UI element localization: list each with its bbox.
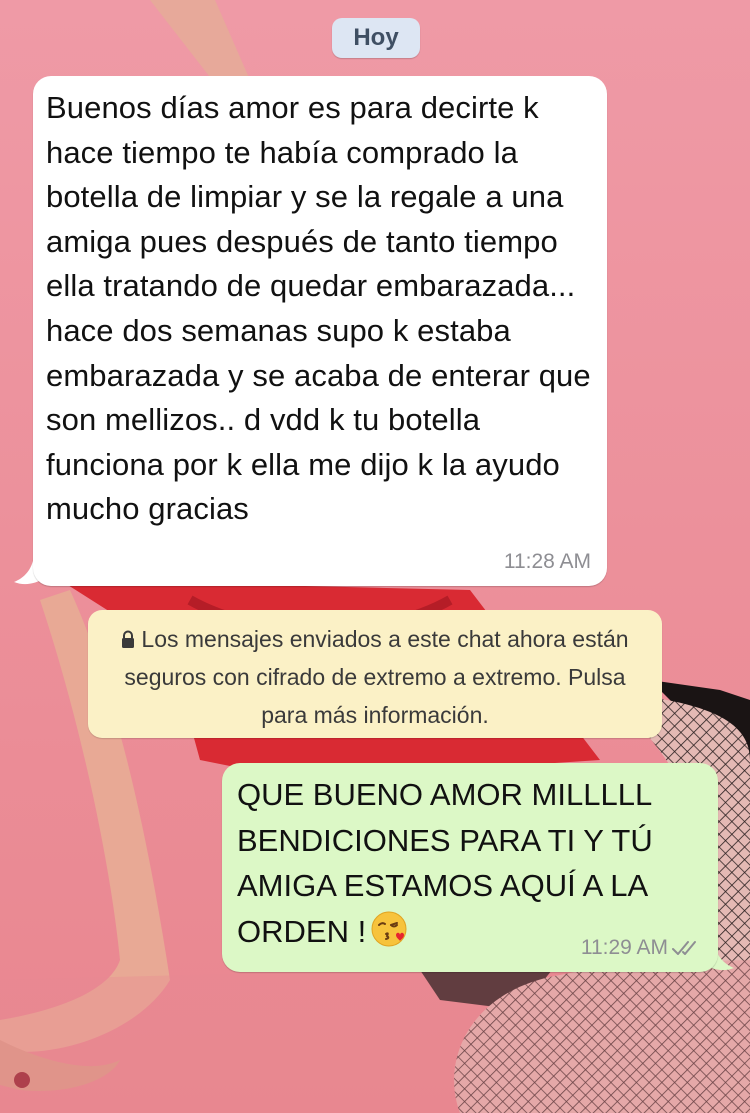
outgoing-message-text-wrap: QUE BUENO AMOR MILLLLL BENDICIONES PARA …	[237, 772, 707, 954]
encryption-notice[interactable]: Los mensajes enviados a este chat ahora …	[88, 610, 662, 738]
outgoing-message-bubble[interactable]: QUE BUENO AMOR MILLLLL BENDICIONES PARA …	[222, 763, 718, 972]
incoming-message-time: 11:28 AM	[503, 550, 591, 573]
date-separator: Hoy	[332, 18, 420, 58]
kissing-face-with-heart-emoji	[371, 911, 407, 946]
outgoing-message-text: QUE BUENO AMOR MILLLLL BENDICIONES PARA …	[237, 777, 653, 949]
lock-icon	[122, 630, 135, 648]
double-check-read-icon	[672, 941, 696, 955]
encryption-notice-text: Los mensajes enviados a este chat ahora …	[124, 626, 629, 728]
incoming-message-bubble[interactable]: Buenos días amor es para decirte k hace …	[33, 76, 607, 586]
outgoing-message-time: 11:29 AM	[580, 936, 668, 959]
incoming-message-text: Buenos días amor es para decirte k hace …	[46, 90, 591, 527]
